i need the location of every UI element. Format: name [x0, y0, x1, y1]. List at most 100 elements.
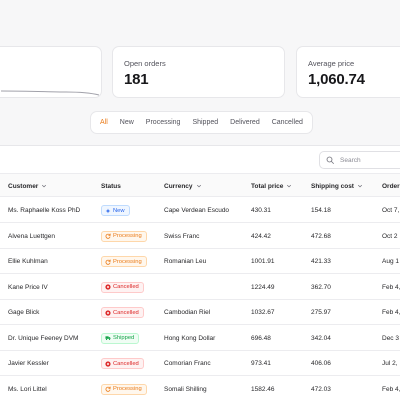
cell-order-date: Feb 4, [382, 309, 400, 316]
x-circle-icon [105, 360, 111, 367]
status-badge: New [101, 205, 130, 216]
cell-status: Cancelled [101, 300, 144, 325]
column-header-shipping-cost[interactable]: Shipping cost [311, 174, 363, 198]
cell-currency: Cape Verdean Escudo [164, 207, 230, 214]
cell-customer: Javier Kessler [8, 360, 49, 367]
cell-order-date: Oct 7, [382, 207, 400, 214]
cell-status: Cancelled [101, 275, 144, 300]
status-badge: Processing [101, 383, 147, 395]
stat-card-open-orders: Open orders 181 [112, 46, 285, 98]
cell-order-date: Feb 4, [382, 385, 400, 393]
cell-shipping-cost: 421.33 [311, 258, 331, 265]
table-row[interactable]: Ellie Kuhlman Processing Romanian Leu 1001.… [0, 249, 400, 274]
status-badge: Cancelled [101, 281, 144, 293]
cell-shipping-cost: 406.06 [311, 360, 331, 367]
cell-customer: Ms. Lori Littel [8, 385, 47, 393]
table-header: Customer Status Currency Total price Shi… [0, 173, 400, 197]
tab-shipped[interactable]: Shipped [187, 115, 223, 130]
status-label: New [113, 207, 125, 214]
table-row[interactable]: Dr. Unique Feeney DVM Shipped Hong Kong Do… [0, 326, 400, 351]
tab-all[interactable]: All [95, 115, 113, 130]
truck-icon [105, 336, 111, 341]
tab-processing[interactable]: Processing [141, 115, 186, 130]
cell-order-date: Oct 2 [382, 232, 398, 240]
column-header-total-price[interactable]: Total price [251, 174, 292, 198]
column-header-order-date[interactable]: Order [382, 174, 400, 198]
cell-customer: Ellie Kuhlman [8, 258, 48, 265]
sparkline-line [0, 90, 100, 96]
status-badge: Cancelled [101, 358, 144, 369]
cell-order-date: Dec 3 [382, 334, 399, 342]
tab-delivered[interactable]: Delivered [225, 115, 265, 130]
status-tabs: All New Processing Shipped Delivered Can… [90, 111, 313, 134]
cell-customer: Kane Price IV [8, 283, 48, 291]
cell-total-price: 1224.49 [251, 283, 275, 291]
cell-customer: Dr. Unique Feeney DVM [8, 334, 79, 342]
refresh-icon [105, 386, 111, 392]
status-label: Processing [113, 258, 142, 265]
status-label: Cancelled [113, 284, 139, 290]
stat-label: Open orders [124, 59, 166, 68]
cell-customer: Ms. Raphaelle Koss PhD [8, 207, 81, 214]
search-icon [326, 156, 334, 164]
cell-total-price: 1001.91 [251, 258, 275, 265]
cell-currency: Hong Kong Dollar [164, 334, 216, 342]
stat-label: Average price [308, 59, 355, 68]
chevron-down-icon [287, 184, 292, 188]
cell-shipping-cost: 472.03 [311, 385, 331, 393]
cell-currency: Comorian Franc [164, 360, 211, 367]
chevron-down-icon [196, 184, 201, 188]
cell-shipping-cost: 154.18 [311, 207, 331, 214]
status-badge: Processing [101, 230, 147, 242]
stat-value: 1,060.74 [308, 71, 365, 88]
table-row[interactable]: Kane Price IV Cancelled 1224.49 362.70 Feb 4… [0, 275, 400, 300]
search-input[interactable] [340, 156, 390, 164]
cell-total-price: 1582.46 [251, 385, 275, 393]
cell-shipping-cost: 362.70 [311, 283, 331, 291]
table-row[interactable]: Gage Blick Cancelled Cambodian Riel 1032.67… [0, 300, 400, 325]
table-row[interactable]: Ms. Raphaelle Koss PhD New Cape Verdean Es… [0, 198, 400, 223]
status-label: Shipped [113, 335, 135, 341]
status-badge: Processing [101, 256, 147, 267]
cell-status: New [101, 198, 130, 223]
cell-currency: Swiss Franc [164, 232, 200, 240]
cell-total-price: 430.31 [251, 207, 271, 214]
cell-customer: Alvena Luettgen [8, 232, 55, 240]
search-box[interactable] [319, 151, 400, 169]
cell-shipping-cost: 275.97 [311, 309, 331, 316]
table-row[interactable]: Javier Kessler Cancelled Comorian Franc 973… [0, 351, 400, 376]
cell-order-date: Aug 1 [382, 258, 399, 265]
tab-cancelled[interactable]: Cancelled [267, 115, 308, 130]
cell-total-price: 696.48 [251, 334, 271, 342]
chevron-down-icon [42, 184, 47, 188]
status-label: Processing [113, 386, 142, 392]
status-badge: Shipped [101, 332, 140, 344]
chevron-down-icon [357, 184, 363, 188]
column-header-currency[interactable]: Currency [164, 174, 202, 198]
stat-value: 181 [124, 71, 149, 88]
stat-card-average-price: Average price 1,060.74 [296, 46, 400, 98]
status-label: Cancelled [113, 309, 139, 316]
status-badge: Cancelled [101, 307, 144, 318]
table-row[interactable]: Alvena Luettgen Processing Swiss Franc 424.… [0, 224, 400, 249]
cell-order-date: Feb 4, [382, 283, 400, 291]
cell-status: Cancelled [101, 351, 144, 376]
sparkles-icon [105, 208, 111, 213]
tab-new[interactable]: New [115, 115, 139, 130]
sparkline-chart [0, 90, 100, 96]
cell-total-price: 1032.67 [251, 309, 275, 316]
cell-total-price: 424.42 [251, 232, 271, 240]
cell-status: Processing [101, 249, 147, 274]
cell-currency: Romanian Leu [164, 258, 207, 265]
column-header-customer[interactable]: Customer [8, 174, 47, 198]
status-label: Processing [113, 233, 142, 239]
cell-shipping-cost: 342.04 [311, 334, 331, 342]
x-circle-icon [105, 309, 111, 316]
orders-table: Customer Status Currency Total price Shi… [0, 145, 400, 400]
cell-status: Processing [101, 224, 147, 249]
cell-shipping-cost: 472.68 [311, 232, 331, 240]
table-row[interactable]: Ms. Lori Littel Processing Somali Shilling… [0, 377, 400, 400]
cell-currency: Somali Shilling [164, 385, 207, 393]
cell-status: Processing [101, 377, 147, 400]
cell-currency: Cambodian Riel [164, 309, 211, 316]
